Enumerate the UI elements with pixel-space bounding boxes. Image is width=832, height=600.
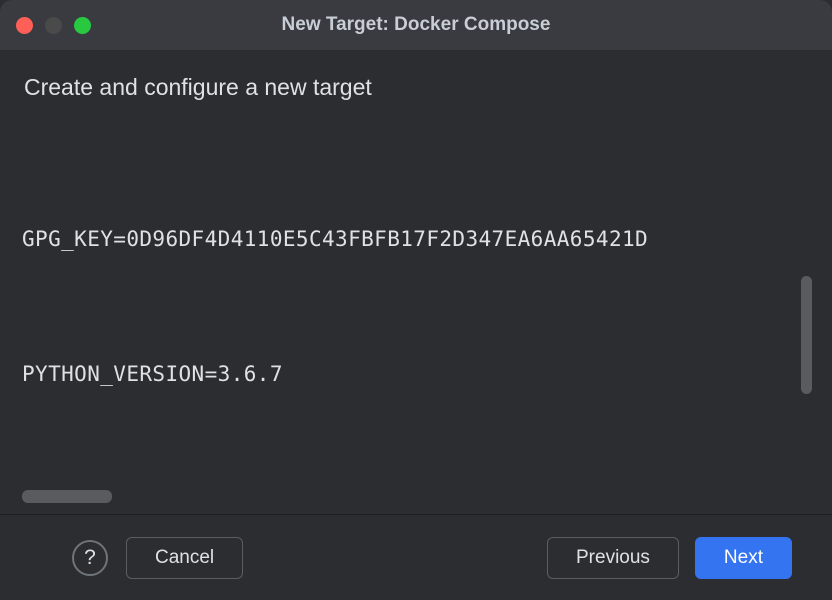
dialog-window: New Target: Docker Compose Create and co…: [0, 0, 832, 600]
output-line: PYTHON_VERSION=3.6.7: [22, 352, 810, 397]
terminal-output: GPG_KEY=0D96DF4D4110E5C43FBFB17F2D347EA6…: [18, 121, 814, 484]
help-button[interactable]: ?: [72, 540, 108, 576]
next-button[interactable]: Next: [695, 537, 792, 579]
previous-button[interactable]: Previous: [547, 537, 679, 579]
window-controls: [16, 17, 91, 34]
horizontal-scrollbar[interactable]: [18, 490, 814, 506]
window-title: New Target: Docker Compose: [282, 14, 551, 36]
horizontal-scrollbar-thumb[interactable]: [22, 490, 112, 503]
dialog-header: Create and configure a new target: [0, 50, 832, 121]
content-area: GPG_KEY=0D96DF4D4110E5C43FBFB17F2D347EA6…: [0, 121, 832, 514]
dialog-footer: ? Cancel Previous Next: [0, 514, 832, 600]
close-window-icon[interactable]: [16, 17, 33, 34]
maximize-window-icon[interactable]: [74, 17, 91, 34]
output-line: GPG_KEY=0D96DF4D4110E5C43FBFB17F2D347EA6…: [22, 217, 810, 262]
vertical-scrollbar-thumb[interactable]: [801, 276, 812, 394]
footer-left: ? Cancel: [72, 537, 243, 579]
titlebar: New Target: Docker Compose: [0, 0, 832, 50]
cancel-button[interactable]: Cancel: [126, 537, 243, 579]
terminal-output-panel: GPG_KEY=0D96DF4D4110E5C43FBFB17F2D347EA6…: [18, 121, 814, 484]
minimize-window-icon: [45, 17, 62, 34]
